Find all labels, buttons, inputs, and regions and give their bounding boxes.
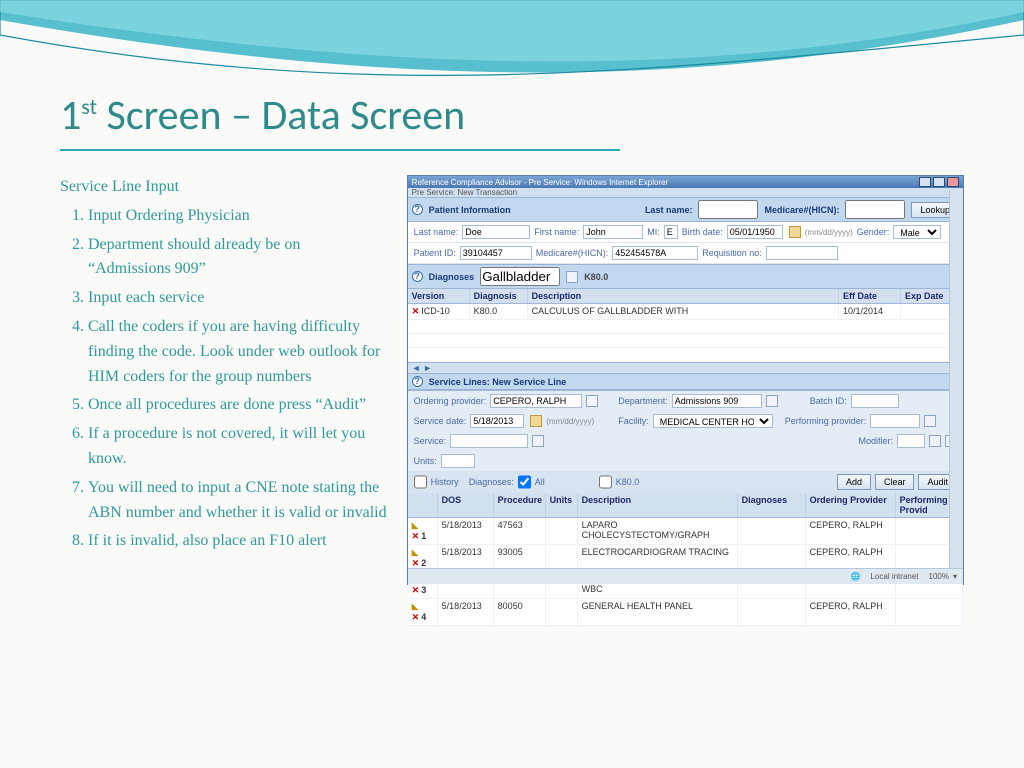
minimize-button[interactable]: [919, 177, 931, 187]
help-icon[interactable]: ?: [412, 376, 423, 387]
lastname-search-input[interactable]: [698, 200, 758, 219]
requisition-input[interactable]: [766, 246, 838, 260]
title-pre: 1: [60, 90, 81, 141]
list-item: Call the coders if you are having diffic…: [88, 315, 387, 389]
close-button[interactable]: [947, 177, 959, 187]
service-lines-header: ? Service Lines: New Service Line: [408, 373, 963, 390]
service-grid-header: DOS Procedure Units Description Diagnose…: [408, 493, 963, 518]
search-icon[interactable]: [586, 395, 598, 407]
k80-checkbox[interactable]: [599, 475, 612, 489]
zoom-label: 100%: [929, 572, 949, 581]
app-screenshot: Reference Compliance Advisor - Pre Servi…: [407, 175, 964, 585]
delete-icon[interactable]: ✕: [412, 306, 420, 316]
department-input[interactable]: [672, 394, 762, 408]
patientid-input[interactable]: [460, 246, 532, 260]
title-post: Screen – Data Screen: [97, 90, 465, 141]
add-button[interactable]: Add: [837, 474, 871, 490]
all-checkbox[interactable]: [518, 475, 531, 489]
maximize-button[interactable]: [933, 177, 945, 187]
globe-icon: 🌐: [851, 572, 861, 581]
add-icon[interactable]: [929, 435, 941, 447]
list-item: If a procedure is not covered, it will l…: [88, 422, 387, 472]
performing-provider-input[interactable]: [870, 414, 920, 428]
gender-select[interactable]: Male: [893, 225, 941, 239]
diagnosis-search-input[interactable]: [480, 267, 560, 286]
ordering-provider-input[interactable]: [490, 394, 582, 408]
diagnosis-row[interactable]: ✕ICD-10 K80.0 CALCULUS OF GALLBLADDER WI…: [408, 304, 963, 320]
step-list: Input Ordering Physician Department shou…: [60, 204, 387, 554]
list-item: Input Ordering Physician: [88, 204, 387, 229]
modifier-input[interactable]: [897, 434, 925, 448]
patient-info-header: ? Patient Information Last name: Medicar…: [408, 197, 963, 222]
search-icon[interactable]: [532, 435, 544, 447]
search-icon[interactable]: [924, 415, 936, 427]
calendar-icon[interactable]: [789, 226, 801, 238]
search-icon[interactable]: [566, 271, 578, 283]
history-checkbox[interactable]: [414, 475, 427, 489]
calendar-icon[interactable]: [530, 415, 542, 427]
service-row[interactable]: ◣ ✕45/18/201380050GENERAL HEALTH PANELCE…: [408, 599, 963, 626]
slide-title: 1st Screen – Data Screen: [60, 90, 620, 151]
chevron-down-icon[interactable]: ▾: [953, 572, 957, 581]
diagnoses-header: ? Diagnoses K80.0: [408, 264, 963, 289]
service-input[interactable]: [450, 434, 528, 448]
batch-id-input[interactable]: [851, 394, 899, 408]
window-titlebar: Reference Compliance Advisor - Pre Servi…: [408, 176, 963, 188]
list-item: Once all procedures are done press “Audi…: [88, 393, 387, 418]
status-bar: 🌐 Local intranet 100% ▾: [408, 568, 963, 584]
list-item: You will need to input a CNE note statin…: [88, 476, 387, 526]
clear-button[interactable]: Clear: [875, 474, 915, 490]
firstname-input[interactable]: [583, 225, 643, 239]
service-date-input[interactable]: [470, 414, 524, 428]
title-sup: st: [81, 93, 97, 120]
list-item: Department should already be on “Admissi…: [88, 233, 387, 283]
scrollbar-vertical[interactable]: [949, 190, 963, 568]
service-row[interactable]: ◣ ✕15/18/201347563LAPARO CHOLECYSTECTOMY…: [408, 518, 963, 545]
subtitle: Service Line Input: [60, 175, 387, 200]
tabstrip: Pre Service: New Transaction: [408, 188, 963, 197]
list-item: Input each service: [88, 286, 387, 311]
hicn-input[interactable]: [612, 246, 698, 260]
help-icon[interactable]: ?: [412, 204, 423, 215]
diagnoses-grid-header: Version Diagnosis Description Eff Date E…: [408, 289, 963, 304]
hicn-search-input[interactable]: [845, 200, 905, 219]
facility-select[interactable]: MEDICAL CENTER HOSPI: [653, 414, 773, 428]
mi-input[interactable]: [664, 225, 678, 239]
help-icon[interactable]: ?: [412, 271, 423, 282]
search-icon[interactable]: [766, 395, 778, 407]
birthdate-input[interactable]: [727, 225, 783, 239]
list-item: If it is invalid, also place an F10 aler…: [88, 529, 387, 554]
lastname-input[interactable]: [462, 225, 530, 239]
units-input[interactable]: [441, 454, 475, 468]
window-title: Reference Compliance Advisor - Pre Servi…: [412, 178, 669, 187]
